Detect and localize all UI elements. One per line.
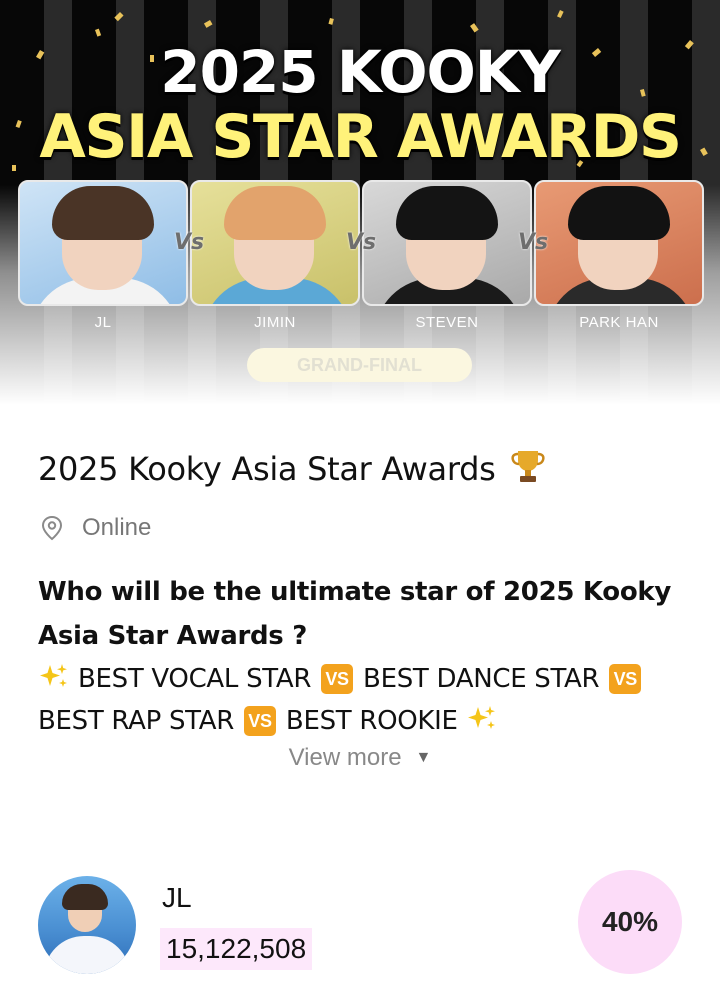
candidate-photo-jl <box>18 180 188 306</box>
candidate-avatar <box>38 876 136 974</box>
trophy-icon <box>511 451 546 482</box>
event-question: Who will be the ultimate star of 2025 Ko… <box>38 577 672 651</box>
event-description: Who will be the ultimate star of 2025 Ko… <box>38 570 678 742</box>
candidate-name-label: STEVEN <box>415 314 479 331</box>
candidate-name-label: JL <box>94 314 112 331</box>
category-label: BEST ROOKIE <box>285 706 458 736</box>
candidate-vote-count: 15,122,508 <box>160 928 313 970</box>
vs-badge: VS <box>243 706 276 736</box>
candidate-photo-steven <box>362 180 532 306</box>
candidate-name-row: JL JIMIN STEVEN PARK HAN <box>18 314 704 334</box>
vs-badge: VS <box>609 664 642 694</box>
category-label: BEST DANCE STAR <box>363 664 600 694</box>
candidate-photo-strip: Vs Vs Vs <box>18 180 704 306</box>
banner-title-line2: ASIA STAR AWARDS <box>39 102 682 172</box>
vs-label: Vs <box>345 230 377 255</box>
vs-label: Vs <box>173 230 205 255</box>
view-more-button[interactable]: View more ▼ <box>0 744 720 772</box>
sparkles-icon <box>467 706 495 729</box>
banner-title-line1: 2025 KOOKY <box>160 38 561 106</box>
category-label: BEST RAP STAR <box>38 706 234 736</box>
candidate-name-label: JIMIN <box>254 314 296 331</box>
category-label: BEST VOCAL STAR <box>77 664 312 694</box>
view-more-label: View more <box>288 744 402 771</box>
location-pin-icon <box>41 515 63 541</box>
event-location: Online <box>38 512 151 544</box>
award-categories: BEST VOCAL STAR VS BEST DANCE STAR VS BE… <box>38 658 678 742</box>
event-title: 2025 Kooky Asia Star Awards <box>38 448 546 488</box>
candidate-row[interactable]: JL 15,122,508 40% <box>0 860 720 1000</box>
candidate-name: JL <box>162 882 192 913</box>
location-text: Online <box>82 514 152 541</box>
candidate-photo-jimin <box>190 180 360 306</box>
vs-label: Vs <box>517 230 549 255</box>
vs-badge: VS <box>321 664 354 694</box>
vote-percent-badge: 40% <box>578 870 682 974</box>
candidate-photo-park-han <box>534 180 704 306</box>
sparkles-icon <box>40 664 67 687</box>
event-title-text: 2025 Kooky Asia Star Awards <box>38 450 496 488</box>
candidate-name-label: PARK HAN <box>579 314 659 331</box>
caret-down-icon: ▼ <box>415 749 432 766</box>
stage-badge: GRAND-FINAL <box>247 348 472 382</box>
event-banner: 2025 KOOKY ASIA STAR AWARDS Vs Vs Vs JL … <box>0 0 720 440</box>
